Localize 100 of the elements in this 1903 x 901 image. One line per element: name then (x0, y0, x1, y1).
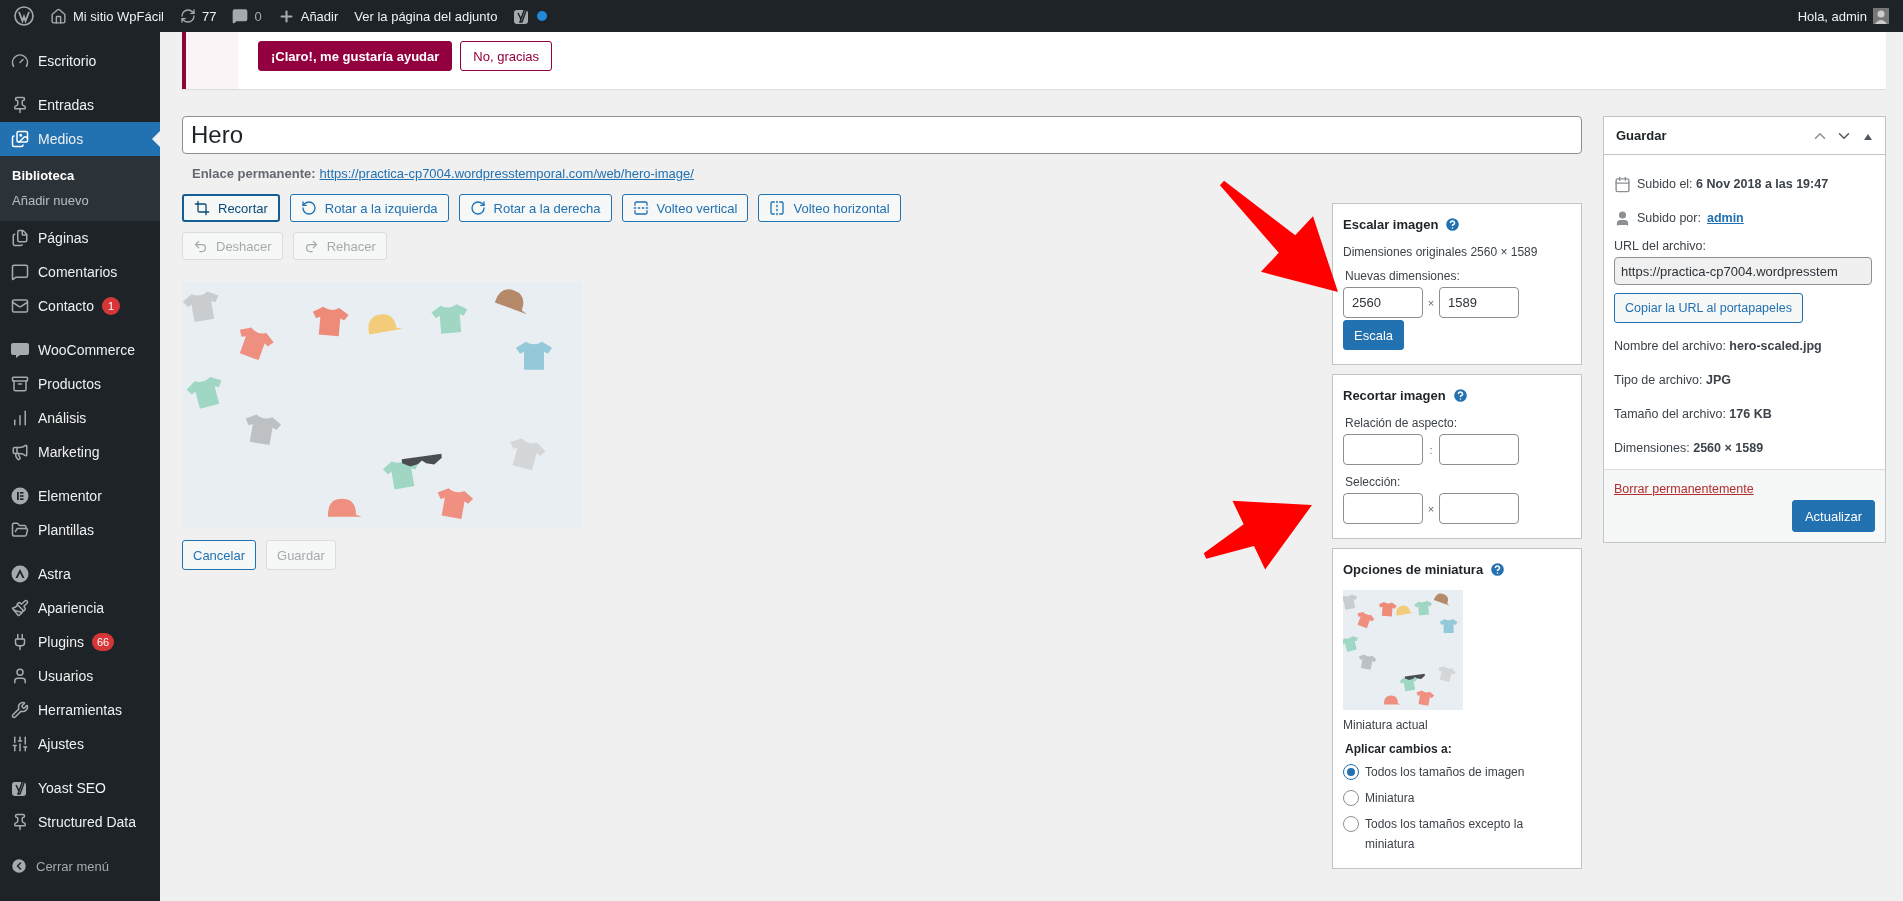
scale-button[interactable]: Escala (1343, 320, 1405, 350)
undo-icon (193, 238, 208, 254)
wordpress-logo-icon[interactable] (14, 6, 34, 26)
sidebar-item[interactable]: Marketing (0, 435, 160, 469)
sidebar-label: Contacto (38, 298, 95, 314)
help-icon[interactable] (1444, 216, 1462, 233)
refresh-icon (180, 8, 196, 24)
sidebar-label: Yoast SEO (38, 780, 106, 796)
file-detail: Dimensiones: 2560 × 1589 (1614, 441, 1764, 455)
sidebar-item[interactable]: Astra (0, 557, 160, 591)
sidebar-item[interactable]: Contacto 1 (0, 289, 160, 323)
radio-button[interactable] (1343, 790, 1359, 806)
sidebar-item[interactable]: Ajustes (0, 727, 160, 761)
pin-icon (11, 96, 29, 114)
accept-button[interactable]: ¡Claro!, me gustaría ayudar (258, 41, 453, 71)
calendar-icon (1614, 175, 1631, 193)
action-button[interactable]: Cancelar (182, 540, 257, 570)
sidebar-item[interactable]: Plugins 66 (0, 625, 160, 659)
delete-link[interactable]: Borrar permanentemente (1614, 482, 1754, 496)
circle-logo-icon (11, 487, 29, 505)
selection-width-field[interactable] (1343, 493, 1423, 524)
flip-vertical-icon (632, 200, 649, 216)
sidebar-item[interactable]: Herramientas (0, 693, 160, 727)
toolbar-button[interactable]: Volteo horizontal (758, 194, 901, 222)
circle-logo-icon (11, 565, 29, 583)
sidebar-item[interactable]: WooCommerce (0, 333, 160, 367)
help-icon[interactable] (1451, 387, 1469, 404)
toolbar-button[interactable]: Rotar a la derecha (458, 194, 612, 222)
folder-icon (11, 521, 29, 539)
sidebar-label: Herramientas (38, 702, 123, 718)
sidebar-item[interactable]: Escritorio (0, 44, 160, 78)
sidebar-label: Productos (38, 376, 102, 392)
sidebar-item[interactable]: Páginas (0, 221, 160, 255)
sidebar-item[interactable]: Productos (0, 367, 160, 401)
sidebar-label: Elementor (38, 488, 102, 504)
sidebar-label: Entradas (38, 97, 95, 113)
original-dimensions: Dimensiones originales 2560 × 1589 (1343, 245, 1539, 259)
field-label: Relación de aspecto: (1345, 416, 1459, 430)
sidebar-item[interactable]: Apariencia (0, 591, 160, 625)
account-link[interactable]: Hola, admin (1789, 0, 1897, 32)
copy-url-button[interactable]: Copiar la URL al portapapeles (1614, 293, 1803, 323)
sidebar-item[interactable]: Usuarios (0, 659, 160, 693)
decline-button[interactable]: No, gracias (460, 41, 553, 71)
sidebar-item[interactable]: Plantillas (0, 513, 160, 547)
sidebar-label: Astra (38, 566, 71, 582)
radio-button[interactable] (1343, 764, 1359, 780)
sidebar-label: Ajustes (38, 736, 84, 752)
view-attachment-link[interactable]: Ver la página del adjunto (346, 0, 506, 32)
sidebar-item[interactable]: Elementor (0, 479, 160, 513)
bar-chart-icon (11, 409, 29, 427)
toolbar-button[interactable]: Volteo vertical (621, 194, 749, 222)
update-button[interactable]: Actualizar (1791, 500, 1875, 532)
box-title: Guardar (1616, 128, 1668, 143)
sidebar-item[interactable]: Yoast SEO (0, 771, 160, 805)
file-detail: Tamaño del archivo: 176 KB (1614, 407, 1772, 421)
title-field[interactable]: Hero (182, 116, 1582, 154)
sidebar-label: Comentarios (38, 264, 118, 280)
pages-icon (11, 229, 29, 247)
sidebar-label: Apariencia (38, 600, 105, 616)
sidebar-item[interactable]: Entradas (0, 88, 160, 122)
sidebar-label: Páginas (38, 230, 89, 246)
file-url-field[interactable]: https://practica-cp7004.wordpresstem (1614, 257, 1872, 285)
rotate-right-icon (469, 200, 486, 216)
sidebar-item[interactable]: Structured Data (0, 805, 160, 839)
permalink-link[interactable]: https://practica-cp7004.wordpresstemporal.com/web/hero-image/ (319, 166, 694, 181)
selection-height-field[interactable] (1439, 493, 1519, 524)
submenu-item[interactable]: Añadir nuevo (0, 188, 160, 213)
author-link[interactable]: admin (1706, 211, 1744, 225)
sidebar-item[interactable]: Medios (0, 122, 160, 156)
radio-label: Todos los tamaños excepto la miniatura (1365, 816, 1525, 853)
site-name-link[interactable]: Mi sitio WpFácil (42, 0, 172, 32)
flip-horizontal-icon (769, 200, 786, 216)
submenu-item[interactable]: Biblioteca (0, 163, 160, 188)
aspect-width-field[interactable] (1343, 434, 1423, 465)
rotate-left-icon (300, 200, 317, 216)
comments-count[interactable]: 0 (254, 8, 262, 24)
aspect-height-field[interactable] (1439, 434, 1519, 465)
comment-icon[interactable] (232, 8, 249, 24)
file-detail: Nombre del archivo: hero-scaled.jpg (1614, 339, 1822, 353)
status-dot-icon (537, 11, 548, 21)
collapse-icon (10, 857, 28, 875)
toolbar-button[interactable]: Rotar a la izquierda (289, 194, 449, 222)
sidebar-item[interactable]: Análisis (0, 401, 160, 435)
toolbar-button[interactable]: Recortar (182, 194, 280, 222)
height-field[interactable]: 1589 (1439, 287, 1519, 318)
field-label: URL del archivo: (1614, 239, 1707, 253)
sidebar-label: Marketing (38, 444, 100, 460)
updates-link[interactable]: 77 (172, 0, 225, 32)
sidebar-item[interactable]: Comentarios (0, 255, 160, 289)
current-pointer-icon (152, 131, 160, 147)
count-badge: 66 (91, 633, 115, 651)
field-label: Selección: (1345, 475, 1402, 489)
panel-title: Escalar imagen (1343, 217, 1439, 232)
width-field[interactable]: 2560 (1343, 287, 1423, 318)
help-icon[interactable] (1489, 561, 1507, 578)
yoast-logo-icon (11, 779, 29, 797)
radio-button[interactable] (1343, 816, 1359, 832)
gauge-icon (11, 52, 29, 70)
collapse-menu-button[interactable]: Cerrar menú (0, 849, 160, 883)
new-link[interactable]: Añadir (269, 0, 347, 32)
